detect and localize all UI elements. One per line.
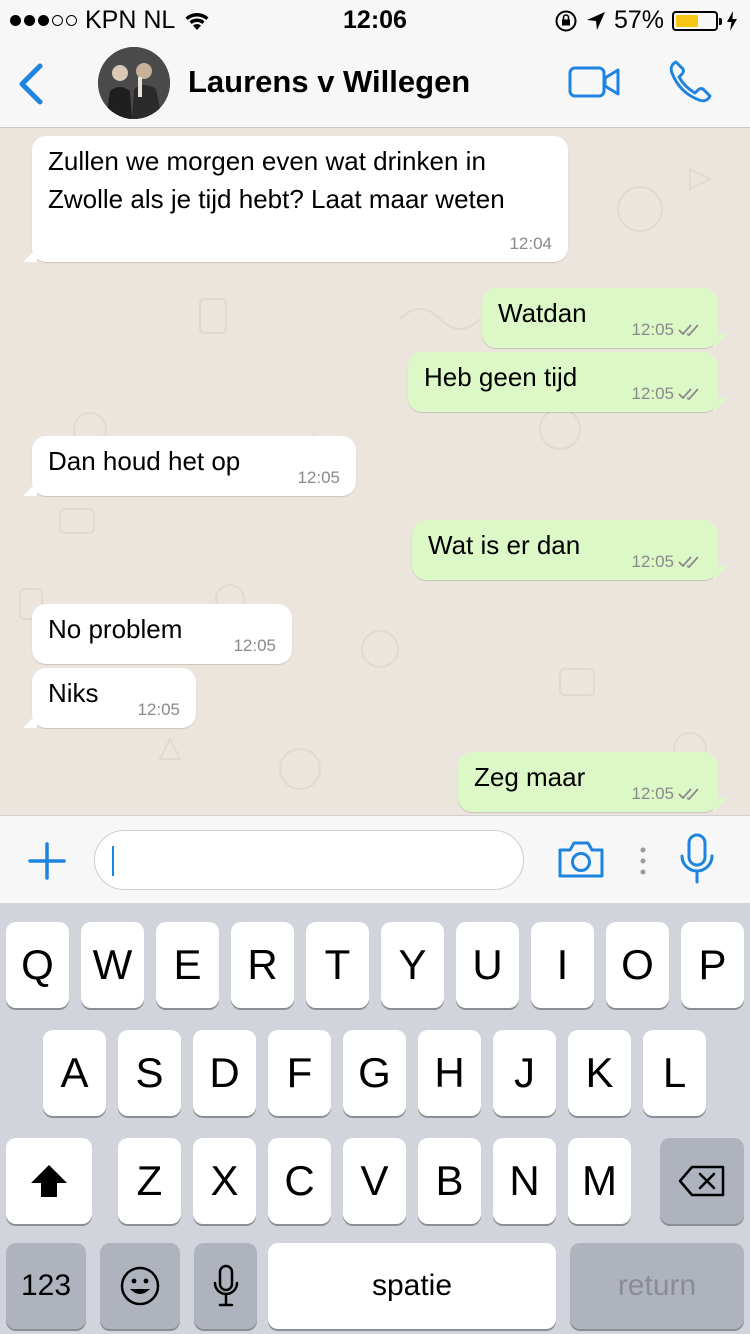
message-time: 12:05 [137, 700, 180, 719]
message-text: Dan houd het op [48, 446, 241, 476]
dictation-key[interactable] [194, 1243, 257, 1329]
plus-icon[interactable] [28, 842, 66, 880]
message-time: 12:05 [233, 636, 276, 655]
message-meta: 12:05 [631, 320, 702, 340]
backspace-icon [678, 1165, 725, 1197]
key-n[interactable]: N [493, 1138, 556, 1224]
key-b[interactable]: B [418, 1138, 481, 1224]
message-time: 12:05 [631, 320, 674, 339]
key-z[interactable]: Z [118, 1138, 181, 1224]
back-chevron-icon[interactable] [14, 60, 48, 108]
microphone-icon[interactable] [678, 832, 716, 886]
message-incoming[interactable]: Zullen we morgen even wat drinken in Zwo… [23, 136, 568, 262]
battery-percent: 57% [613, 6, 664, 34]
video-call-icon[interactable] [568, 62, 620, 102]
message-time: 12:05 [631, 552, 674, 571]
key-v[interactable]: V [343, 1138, 406, 1224]
chat-header: Laurens v Willegen [0, 40, 750, 128]
key-a[interactable]: A [43, 1030, 106, 1116]
contact-name[interactable]: Laurens v Willegen [188, 64, 470, 100]
message-meta: 12:05 [631, 784, 702, 804]
key-s[interactable]: S [118, 1030, 181, 1116]
key-p[interactable]: P [681, 922, 744, 1008]
key-g[interactable]: G [343, 1030, 406, 1116]
phone-icon[interactable] [666, 58, 714, 106]
battery-level [676, 14, 698, 27]
text-cursor [112, 846, 114, 876]
message-input[interactable] [94, 830, 524, 890]
message-meta: 12:05 [631, 552, 702, 572]
emoji-key[interactable] [100, 1243, 180, 1329]
key-t[interactable]: T [306, 922, 369, 1008]
camera-icon[interactable] [556, 838, 606, 880]
status-right: 57% [554, 6, 738, 35]
battery-icon [672, 10, 722, 31]
key-u[interactable]: U [456, 922, 519, 1008]
message-outgoing[interactable]: Heb geen tijd 12:05 [408, 352, 718, 412]
numbers-key[interactable]: 123 [6, 1243, 86, 1329]
read-ticks-icon [678, 388, 699, 401]
key-f[interactable]: F [268, 1030, 331, 1116]
message-text: Zullen we morgen even wat drinken in Zwo… [48, 146, 505, 214]
message-incoming[interactable]: Dan houd het op 12:05 [23, 436, 356, 496]
shift-key[interactable] [6, 1138, 92, 1224]
key-q[interactable]: Q [6, 922, 69, 1008]
message-time: 12:05 [631, 384, 674, 403]
message-meta: 12:05 [631, 384, 702, 404]
location-arrow-icon [586, 11, 605, 30]
key-j[interactable]: J [493, 1030, 556, 1116]
message-outgoing[interactable]: Wat is er dan 12:05 [412, 520, 718, 580]
charging-bolt-icon [727, 10, 737, 31]
key-c[interactable]: C [268, 1138, 331, 1224]
read-ticks-icon [678, 788, 699, 801]
key-d[interactable]: D [193, 1030, 256, 1116]
read-ticks-icon [678, 324, 699, 337]
message-list[interactable]: Zullen we morgen even wat drinken in Zwo… [0, 129, 750, 815]
key-k[interactable]: K [568, 1030, 631, 1116]
key-m[interactable]: M [568, 1138, 631, 1224]
message-outgoing[interactable]: Watdan 12:05 [482, 288, 718, 348]
key-r[interactable]: R [231, 922, 294, 1008]
key-i[interactable]: I [531, 922, 594, 1008]
key-h[interactable]: H [418, 1030, 481, 1116]
key-w[interactable]: W [81, 922, 144, 1008]
message-time: 12:04 [509, 234, 552, 253]
message-outgoing[interactable]: Zeg maar 12:05 [458, 752, 718, 812]
return-key[interactable]: return [570, 1243, 744, 1329]
key-y[interactable]: Y [381, 922, 444, 1008]
space-key[interactable]: spatie [268, 1243, 556, 1329]
message-time: 12:05 [297, 468, 340, 487]
key-x[interactable]: X [193, 1138, 256, 1224]
rotation-lock-icon [555, 10, 577, 31]
contact-avatar[interactable] [98, 47, 170, 119]
dictation-mic-icon [213, 1264, 238, 1307]
key-e[interactable]: E [156, 922, 219, 1008]
message-incoming[interactable]: No problem 12:05 [32, 604, 292, 664]
shift-arrow-icon [31, 1165, 67, 1197]
backspace-key[interactable] [660, 1138, 744, 1224]
read-ticks-icon [678, 556, 699, 569]
composer-bar [0, 815, 750, 903]
message-incoming[interactable]: Niks 12:05 [23, 668, 196, 728]
message-time: 12:05 [631, 784, 674, 803]
key-o[interactable]: O [606, 922, 669, 1008]
emoji-icon [120, 1266, 160, 1306]
keyboard: Q W E R T Y U I O P A S D F G H J K L Z … [0, 903, 750, 1334]
status-bar: KPN NL 12:06 57% [0, 0, 750, 40]
more-dots-icon[interactable] [636, 846, 650, 876]
key-l[interactable]: L [643, 1030, 706, 1116]
